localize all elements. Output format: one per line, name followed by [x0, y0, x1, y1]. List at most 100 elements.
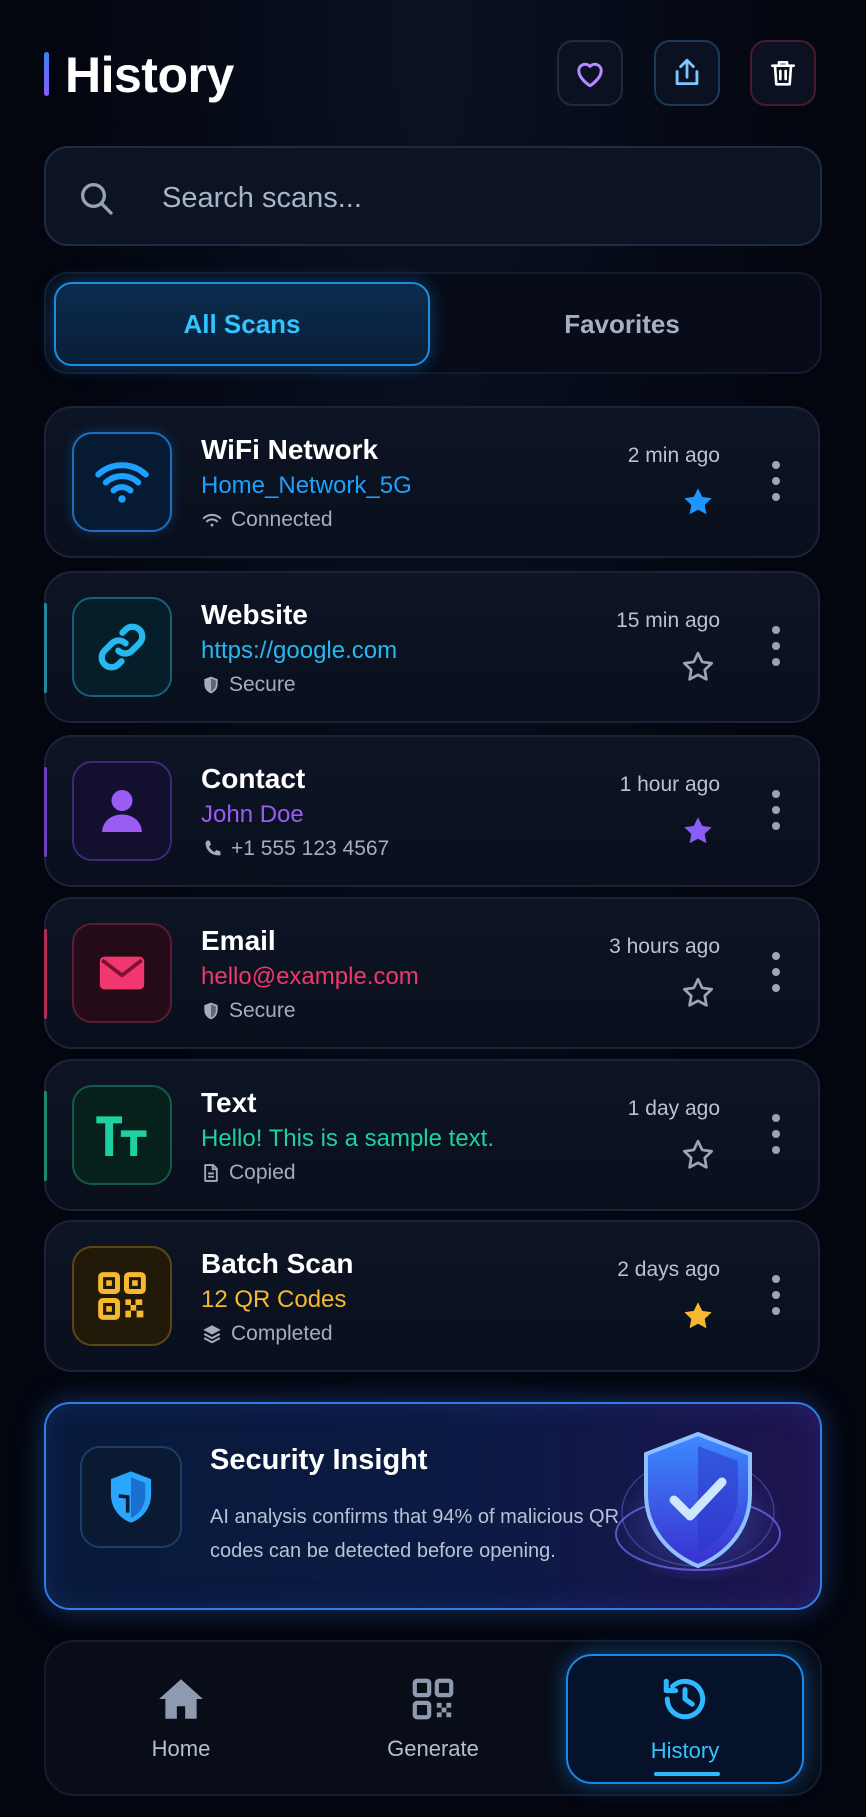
- item-accent: [44, 603, 47, 693]
- more-options-icon[interactable]: [766, 1270, 786, 1320]
- list-item[interactable]: Website https://google.com Secure 15 min…: [44, 571, 820, 723]
- item-subtitle: John Doe: [201, 801, 304, 828]
- history-icon: [663, 1678, 706, 1720]
- item-icon-box: [72, 432, 172, 532]
- filter-tabs: All Scans Favorites: [44, 272, 822, 374]
- item-accent: [44, 929, 47, 1019]
- item-accent: [44, 1091, 47, 1181]
- item-icon-box: [72, 761, 172, 861]
- item-meta-label: Secure: [229, 999, 296, 1022]
- list-item[interactable]: WiFi Network Home_Network_5G Connected 2…: [44, 406, 820, 558]
- item-timestamp: 3 hours ago: [609, 935, 720, 958]
- nav-home[interactable]: Home: [62, 1654, 300, 1784]
- text-icon: [96, 1116, 147, 1156]
- page-title: History: [65, 47, 234, 103]
- item-title: Contact: [201, 763, 306, 794]
- nav-generate-label: Generate: [387, 1736, 479, 1761]
- item-meta: Connected: [201, 508, 333, 532]
- search-input[interactable]: [162, 174, 762, 222]
- item-meta-label: Connected: [231, 508, 333, 531]
- insight-icon-box: [80, 1446, 182, 1548]
- nav-history-label: History: [650, 1738, 720, 1763]
- insight-description: AI analysis confirms that 94% of malicio…: [210, 1506, 620, 1562]
- nav-history[interactable]: History: [566, 1654, 804, 1784]
- item-timestamp: 2 min ago: [627, 444, 720, 467]
- item-accent: [44, 767, 47, 857]
- list-item[interactable]: Contact John Doe +1 555 123 4567 1 hour …: [44, 735, 820, 887]
- title-accent-bar: [44, 52, 49, 96]
- star-filled-icon[interactable]: [680, 1298, 716, 1334]
- star-filled-icon[interactable]: [680, 484, 716, 520]
- item-meta: Secure: [201, 999, 296, 1023]
- envelope-icon: [99, 956, 145, 990]
- phone-icon: [205, 840, 221, 856]
- list-item[interactable]: Email hello@example.com Secure 3 hours a…: [44, 897, 820, 1049]
- item-subtitle: https://google.com: [201, 637, 398, 664]
- layers-icon: [203, 1325, 221, 1344]
- security-insight-card[interactable]: Security Insight AI analysis confirms th…: [44, 1402, 822, 1610]
- item-meta-label: Copied: [229, 1161, 296, 1184]
- item-meta-label: Completed: [231, 1322, 333, 1345]
- trash-icon: [771, 61, 795, 86]
- more-options-icon[interactable]: [766, 621, 786, 671]
- document-icon: [204, 1164, 218, 1182]
- item-meta: Completed: [201, 1322, 333, 1346]
- favorites-button[interactable]: [557, 40, 623, 106]
- search-bar[interactable]: [44, 146, 822, 246]
- person-icon: [102, 790, 142, 832]
- shield-small-icon: [204, 676, 218, 694]
- item-timestamp: 2 days ago: [617, 1258, 720, 1281]
- more-options-icon[interactable]: [766, 785, 786, 835]
- item-subtitle: Home_Network_5G: [201, 472, 412, 499]
- active-indicator: [654, 1772, 720, 1776]
- item-timestamp: 1 day ago: [627, 1097, 720, 1120]
- item-title: Website: [201, 599, 308, 630]
- item-icon-box: [72, 597, 172, 697]
- more-options-icon[interactable]: [766, 456, 786, 506]
- tab-all-scans[interactable]: All Scans: [54, 282, 430, 366]
- item-title: WiFi Network: [201, 434, 379, 465]
- item-icon-box: [72, 1246, 172, 1346]
- tab-favorites[interactable]: Favorites: [434, 282, 810, 366]
- nav-home-label: Home: [151, 1736, 211, 1761]
- share-icon: [675, 58, 699, 86]
- insight-title: Security Insight: [210, 1444, 428, 1476]
- bottom-navigation: Home Generate History: [44, 1640, 822, 1796]
- item-meta: +1 555 123 4567: [201, 837, 389, 861]
- item-title: Email: [201, 925, 276, 956]
- share-button[interactable]: [654, 40, 720, 106]
- item-meta: Secure: [201, 673, 296, 697]
- header: History: [44, 40, 822, 110]
- item-icon-box: [72, 923, 172, 1023]
- star-outline-icon[interactable]: [680, 649, 716, 685]
- star-filled-icon[interactable]: [680, 813, 716, 849]
- item-title: Text: [201, 1087, 257, 1118]
- more-options-icon[interactable]: [766, 947, 786, 997]
- item-title: Batch Scan: [201, 1248, 354, 1279]
- item-timestamp: 15 min ago: [616, 609, 720, 632]
- item-meta-label: Secure: [229, 673, 296, 696]
- star-outline-icon[interactable]: [680, 1137, 716, 1173]
- wifi-small-icon: [202, 513, 222, 527]
- item-icon-box: [72, 1085, 172, 1185]
- item-subtitle: 12 QR Codes: [201, 1286, 347, 1313]
- list-item[interactable]: Batch Scan 12 QR Codes Completed 2 days …: [44, 1220, 820, 1372]
- shield-icon: [110, 1471, 152, 1523]
- heart-icon: [577, 62, 603, 88]
- more-options-icon[interactable]: [766, 1109, 786, 1159]
- item-subtitle: hello@example.com: [201, 963, 419, 990]
- nav-generate[interactable]: Generate: [314, 1654, 552, 1784]
- delete-button[interactable]: [750, 40, 816, 106]
- qr-code-icon: [98, 1272, 146, 1320]
- search-icon: [81, 183, 113, 215]
- home-icon: [159, 1679, 203, 1719]
- link-icon: [98, 623, 146, 671]
- item-subtitle: Hello! This is a sample text.: [201, 1125, 495, 1152]
- item-meta: Copied: [201, 1161, 296, 1185]
- shield-small-icon: [204, 1002, 218, 1020]
- wifi-icon: [95, 462, 149, 503]
- item-meta-label: +1 555 123 4567: [231, 837, 390, 860]
- list-item[interactable]: Text Hello! This is a sample text. Copie…: [44, 1059, 820, 1211]
- star-outline-icon[interactable]: [680, 975, 716, 1011]
- history-screen: History All Scans Favorites: [0, 0, 866, 1817]
